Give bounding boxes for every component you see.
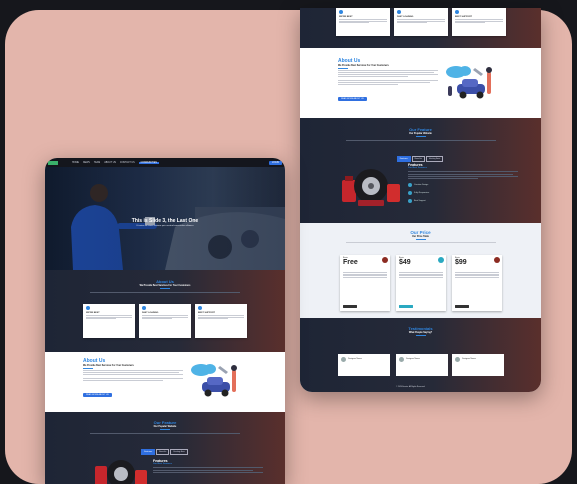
price-section: Our Price Our Price Table Basic Free Bas… [300, 223, 541, 318]
car-parts-image [342, 169, 400, 206]
section-subtitle: Our Popular Website [409, 133, 432, 135]
logo [48, 160, 58, 165]
plan-price: Free [343, 259, 358, 266]
feature-card: WE'RE BEST [83, 304, 135, 338]
features-subheading: Our Best Features [408, 167, 427, 169]
feature-section: Our Feature Our Popular Website Features… [45, 412, 285, 484]
car-service-illustration [446, 66, 492, 99]
feature-section: Our Feature Our Popular Website Features… [300, 118, 541, 223]
hero-title: This is Slide 3, the Last One [131, 218, 199, 224]
nav-contact[interactable]: CONTACT US [120, 162, 135, 164]
nav-news[interactable]: NEWS [83, 162, 90, 164]
avatar [399, 357, 404, 362]
tab-hosting-area[interactable]: Hosting Area [170, 449, 188, 455]
hero-slider: This is Slide 3, the Last One Ut enim ad… [45, 167, 285, 270]
features-subheading: Our Best Features [153, 463, 172, 465]
section-title: Testimonials [408, 326, 433, 331]
plan-icon [494, 257, 500, 263]
tab-benefits[interactable]: Benefits [156, 449, 170, 455]
feature-card-title: WE'RE BEST [86, 312, 100, 314]
feature-card: FAST LOADING [394, 8, 448, 36]
section-title: About Us [338, 58, 361, 64]
plan-price: $99 [455, 259, 467, 266]
section-subtitle: We Provide Best Services For Your Custom… [338, 65, 389, 67]
nav-communities[interactable]: COMMUNITIES [138, 161, 159, 164]
check-icon [455, 10, 459, 14]
plan-icon [438, 257, 444, 263]
tab-benefits[interactable]: Benefits [411, 156, 425, 162]
website-preview-back: WE'RE BEST FAST LOADING BEST SUPPORT Abo… [300, 8, 541, 392]
footer-text: © 2020 Envato. All Rights Reserved. [396, 385, 426, 388]
price-card: Basic Free [340, 255, 390, 311]
about-section: About Us We Provide Best Services For Yo… [45, 352, 285, 412]
nav-about[interactable]: ABOUT US [104, 162, 116, 164]
avatar [341, 357, 346, 362]
feature-item: Best Support [414, 199, 426, 202]
testimonial-card: Designer Name [452, 354, 504, 376]
plan-price: $49 [399, 259, 411, 266]
price-card: Basic $99 [452, 255, 502, 311]
read-more-button[interactable]: READ MORE ABOUT US [338, 97, 367, 101]
section-subtitle: Our Price Table [412, 236, 429, 238]
features-top-band: WE'RE BEST FAST LOADING BEST SUPPORT [300, 8, 541, 48]
hero-caption: Ut enim ad minim veniam quis nostrud exe… [136, 225, 194, 227]
tab-hosting-area[interactable]: Hosting Area [425, 156, 444, 162]
about-dark-section: About Us We Provide Best Services For Yo… [45, 270, 285, 352]
purchase-button[interactable] [399, 305, 413, 308]
feature-tabs: Features Benefits Hosting Area [300, 146, 541, 164]
feature-item: Creative Design [414, 183, 429, 186]
website-preview-front: HOME NEWS TEAM ABOUT US CONTACT US COMMU… [45, 158, 285, 484]
section-title: About Us [156, 279, 174, 284]
feature-card: BEST SUPPORT [452, 8, 506, 36]
top-navbar: HOME NEWS TEAM ABOUT US CONTACT US COMMU… [45, 158, 285, 167]
nav-team[interactable]: TEAM [94, 162, 100, 164]
section-title: Our Price [410, 230, 431, 235]
section-subtitle: Our Popular Website [153, 426, 177, 428]
testimonial-name: Designer Name [406, 358, 420, 361]
plan-icon [382, 257, 388, 263]
avatar [455, 357, 460, 362]
check-icon [198, 306, 202, 310]
section-title: Our Feature [409, 127, 432, 132]
check-icon [397, 10, 401, 14]
testimonial-card: Designer Name [396, 354, 448, 376]
nav-home[interactable]: HOME [72, 162, 79, 164]
feature-card: WE'RE BEST [336, 8, 390, 36]
check-icon [142, 306, 146, 310]
section-subtitle: What People Saying? [408, 332, 433, 334]
login-button[interactable]: LOGIN [268, 160, 282, 165]
feature-card: FAST LOADING [139, 304, 191, 338]
car-service-illustration [191, 364, 237, 397]
feature-tabs: Features Benefits Hosting Area [45, 439, 285, 457]
feature-card-title: FAST LOADING [142, 312, 159, 314]
section-subtitle: We Provide Best Services For Your Custom… [139, 285, 191, 287]
purchase-button[interactable] [455, 305, 469, 308]
read-more-button[interactable]: READ MORE ABOUT US [83, 393, 112, 397]
feature-card-title: WE'RE BEST [339, 16, 353, 18]
testimonial-name: Designer Name [348, 358, 362, 361]
section-title: Our Feature [153, 420, 177, 425]
section-subtitle: We Provide Best Services For Your Custom… [83, 365, 134, 367]
tab-features[interactable]: Features [141, 449, 156, 455]
car-parts-image [95, 460, 147, 484]
testimonials-section: Testimonials What People Saying? Designe… [300, 318, 541, 392]
feature-item: Fully Responsive [414, 191, 430, 194]
testimonial-name: Designer Name [462, 358, 476, 361]
check-icon [86, 306, 90, 310]
purchase-button[interactable] [343, 305, 357, 308]
feature-card-title: BEST SUPPORT [198, 312, 216, 314]
feature-card-title: FAST LOADING [397, 16, 414, 18]
testimonial-card: Designer Name [338, 354, 390, 376]
about-section: About Us We Provide Best Services For Yo… [300, 48, 541, 118]
section-title: About Us [83, 358, 106, 364]
feature-card: BEST SUPPORT [195, 304, 247, 338]
feature-card-title: BEST SUPPORT [455, 16, 473, 18]
price-card: Basic $49 [396, 255, 446, 311]
check-icon [339, 10, 343, 14]
